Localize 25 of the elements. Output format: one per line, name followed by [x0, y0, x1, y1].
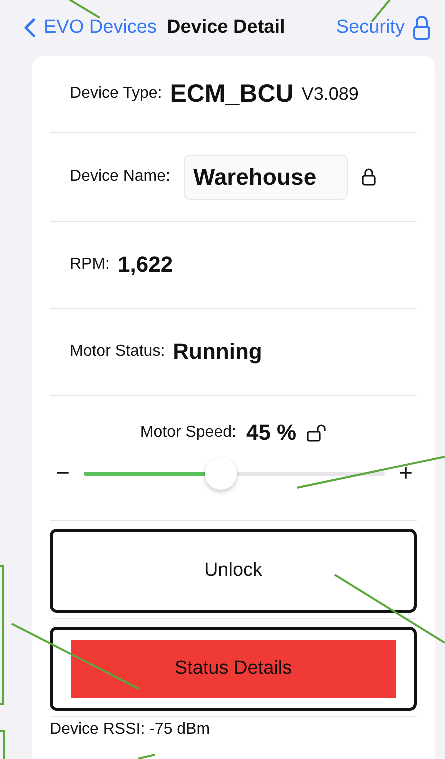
callout-frame: [0, 730, 5, 759]
screen-title: Device Detail: [166, 17, 286, 39]
field-label: Device Type:: [70, 85, 162, 103]
back-chevron-icon: [24, 18, 36, 38]
rpm-value: 1,622: [118, 252, 174, 278]
version-text: V3.089: [302, 84, 359, 104]
field-label: Motor Status:: [70, 343, 166, 361]
leader-line: [138, 754, 156, 759]
status-details-button[interactable]: Status Details: [71, 640, 396, 698]
back-link[interactable]: EVO Devices: [24, 17, 157, 39]
motor-speed-value: 45 %: [246, 420, 297, 446]
field-label: Device Name:: [70, 168, 170, 186]
motor-status-value: Running: [173, 339, 262, 365]
rssi-text: Device RSSI: -75 dBm: [50, 720, 210, 739]
increase-button[interactable]: +: [395, 460, 417, 488]
slider-thumb[interactable]: [205, 458, 238, 490]
device-type-value: ECM_BCU: [170, 80, 294, 108]
leader-line: [69, 0, 101, 19]
unlock-button[interactable]: Unlock: [50, 529, 417, 613]
security-link[interactable]: Security: [336, 15, 431, 41]
field-label: RPM:: [70, 256, 110, 274]
device-name-field[interactable]: Warehouse: [184, 154, 348, 200]
speed-slider[interactable]: [84, 458, 385, 490]
field-label: Motor Speed:: [140, 424, 236, 442]
decrease-button[interactable]: −: [52, 460, 74, 488]
